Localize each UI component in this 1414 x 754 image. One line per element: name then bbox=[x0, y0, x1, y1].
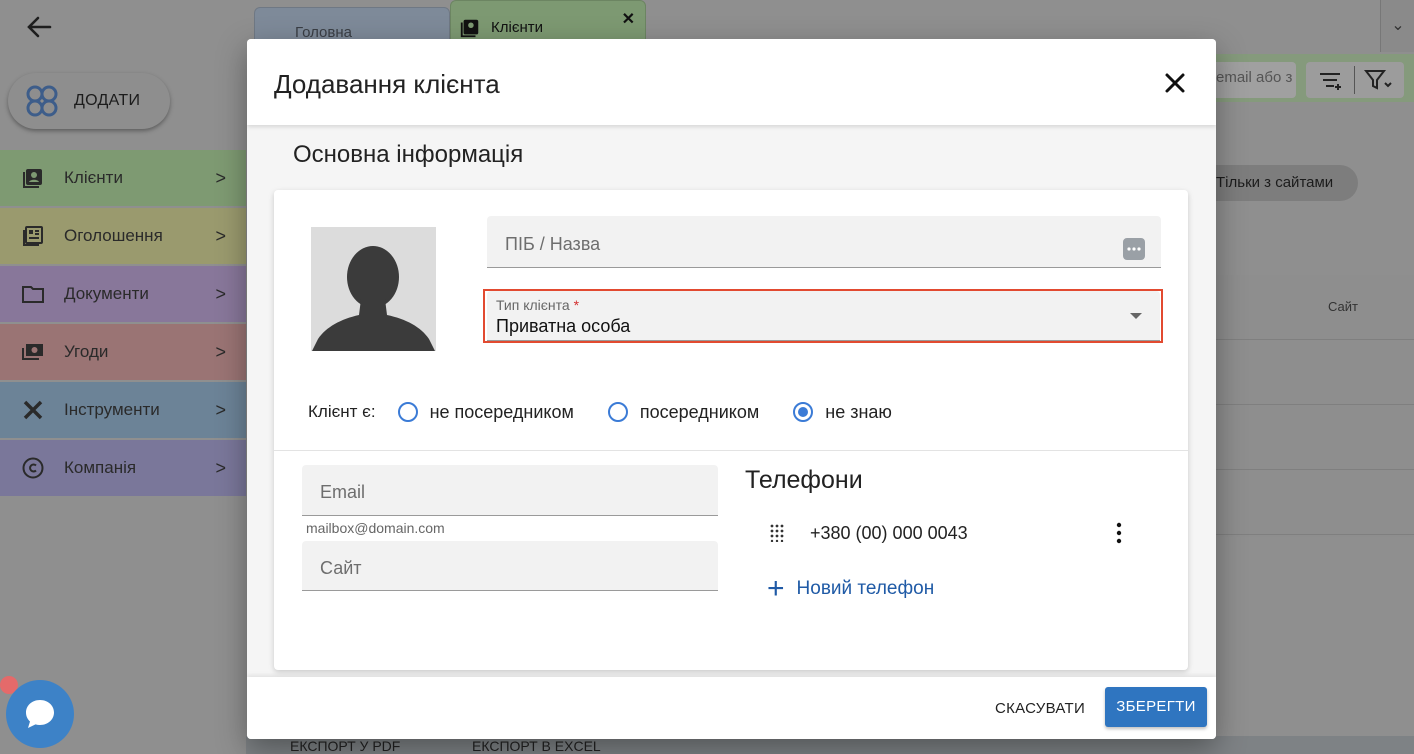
email-hint: mailbox@domain.com bbox=[306, 520, 445, 536]
intermediary-radio-group: Клієнт є: не посередником посередником н… bbox=[308, 400, 926, 424]
radio-circle[interactable] bbox=[793, 402, 814, 422]
folder-icon bbox=[20, 281, 46, 307]
avatar[interactable] bbox=[311, 227, 436, 351]
radio-circle[interactable] bbox=[397, 402, 418, 422]
filter-tools bbox=[1306, 62, 1404, 98]
dialog-title: Додавання клієнта bbox=[274, 69, 500, 99]
intermediary-label: Клієнт є: bbox=[308, 402, 376, 421]
radio-label: не посередником bbox=[429, 401, 574, 422]
tools-icon bbox=[20, 397, 46, 423]
chevron-right-icon: > bbox=[215, 342, 226, 362]
cancel-button[interactable]: СКАСУВАТИ bbox=[983, 689, 1097, 729]
sidebar-item-documents[interactable]: Документи > bbox=[0, 266, 246, 322]
highlight-box bbox=[483, 289, 1163, 343]
new-phone-label: Новий телефон bbox=[796, 578, 935, 599]
new-phone-button[interactable]: + Новий телефон bbox=[767, 572, 935, 605]
radio-dont-know[interactable]: не знаю bbox=[793, 402, 892, 423]
phone-number: +380 (00) 000 0043 bbox=[810, 523, 968, 543]
table-row[interactable] bbox=[1216, 340, 1414, 405]
divider bbox=[274, 450, 1188, 451]
chevron-right-icon: > bbox=[215, 458, 226, 478]
sidebar-item-clients[interactable]: Клієнти > bbox=[0, 150, 246, 206]
chevron-right-icon: > bbox=[215, 400, 226, 420]
table-header-site: Сайт bbox=[1216, 275, 1414, 340]
site-placeholder: Сайт bbox=[320, 558, 362, 578]
save-button[interactable]: ЗБЕРЕГТИ bbox=[1105, 687, 1207, 727]
contacts-icon bbox=[20, 165, 46, 191]
sidebar-item-deals[interactable]: Угоди > bbox=[0, 324, 246, 380]
logo-icon bbox=[26, 85, 58, 117]
add-filter-icon[interactable] bbox=[1318, 70, 1344, 90]
sidebar-item-label: Інструменти bbox=[64, 400, 160, 419]
close-tab-icon[interactable]: ✕ bbox=[622, 9, 635, 29]
phones-title: Телефони bbox=[745, 466, 863, 494]
client-form-card: ПІБ / Назва Тип клієнта * Приватна особа… bbox=[274, 190, 1188, 670]
sidebar-item-label: Угоди bbox=[64, 342, 109, 361]
table-row[interactable] bbox=[1216, 405, 1414, 470]
sidebar-item-listings[interactable]: Оголошення > bbox=[0, 208, 246, 264]
close-icon[interactable] bbox=[1161, 69, 1189, 97]
export-pdf-button[interactable]: ЕКСПОРТ У PDF bbox=[290, 738, 400, 754]
add-button[interactable]: ДОДАТИ bbox=[8, 73, 170, 129]
export-excel-button[interactable]: ЕКСПОРТ В EXCEL bbox=[472, 738, 601, 754]
radio-intermediary[interactable]: посередником bbox=[607, 401, 760, 423]
radio-circle[interactable] bbox=[607, 402, 628, 422]
sidebar-item-label: Документи bbox=[64, 284, 149, 303]
phone-row: +380 (00) 000 0043 bbox=[770, 521, 1150, 545]
site-field[interactable]: Сайт bbox=[302, 541, 718, 591]
money-icon bbox=[20, 339, 46, 365]
sidebar-item-label: Компанія bbox=[64, 458, 137, 477]
radio-not-intermediary[interactable]: не посередником bbox=[397, 401, 574, 423]
email-placeholder: Email bbox=[320, 482, 366, 502]
radio-label: посередником bbox=[639, 401, 760, 422]
chevron-right-icon: > bbox=[215, 168, 226, 188]
clients-table: Сайт bbox=[1216, 275, 1414, 537]
copyright-icon bbox=[20, 455, 46, 481]
sidebar-item-label: Клієнти bbox=[64, 168, 123, 187]
tab-label: Клієнти bbox=[491, 19, 544, 36]
chat-button[interactable] bbox=[6, 680, 74, 748]
dialog-header: Додавання клієнта bbox=[247, 39, 1216, 125]
email-field[interactable]: Email bbox=[302, 465, 718, 516]
person-silhouette-icon bbox=[311, 227, 436, 351]
section-title: Основна інформація bbox=[293, 141, 524, 168]
chat-icon bbox=[26, 700, 54, 728]
filter-icon[interactable] bbox=[1364, 69, 1392, 91]
sidebar-item-tools[interactable]: Інструменти > bbox=[0, 382, 246, 438]
dialog-footer: СКАСУВАТИ ЗБЕРЕГТИ bbox=[247, 677, 1216, 739]
add-client-dialog: Додавання клієнта Основна інформація ПІБ… bbox=[247, 39, 1216, 739]
plus-icon: + bbox=[767, 572, 785, 605]
contacts-icon bbox=[460, 19, 479, 38]
more-vert-icon[interactable] bbox=[1114, 521, 1124, 545]
chevron-down-icon[interactable]: ⌄ bbox=[1380, 0, 1414, 52]
back-arrow-icon[interactable] bbox=[24, 12, 58, 42]
chevron-right-icon: > bbox=[215, 226, 226, 246]
sidebar-item-company[interactable]: Компанія > bbox=[0, 440, 246, 496]
table-row[interactable] bbox=[1216, 470, 1414, 535]
listing-icon bbox=[20, 223, 46, 249]
name-placeholder: ПІБ / Назва bbox=[505, 234, 601, 254]
chevron-right-icon: > bbox=[215, 284, 226, 304]
drag-handle-icon[interactable] bbox=[770, 524, 784, 542]
sidebar-item-label: Оголошення bbox=[64, 226, 163, 245]
name-field[interactable]: ПІБ / Назва bbox=[487, 216, 1161, 268]
filter-chip[interactable]: Тільки з сайтами bbox=[1196, 165, 1358, 201]
sidebar-nav: Клієнти > Оголошення > Документи > Угоди… bbox=[0, 150, 246, 498]
add-button-label: ДОДАТИ bbox=[74, 92, 141, 109]
radio-label: не знаю bbox=[825, 401, 892, 422]
more-options-icon[interactable] bbox=[1123, 238, 1145, 260]
